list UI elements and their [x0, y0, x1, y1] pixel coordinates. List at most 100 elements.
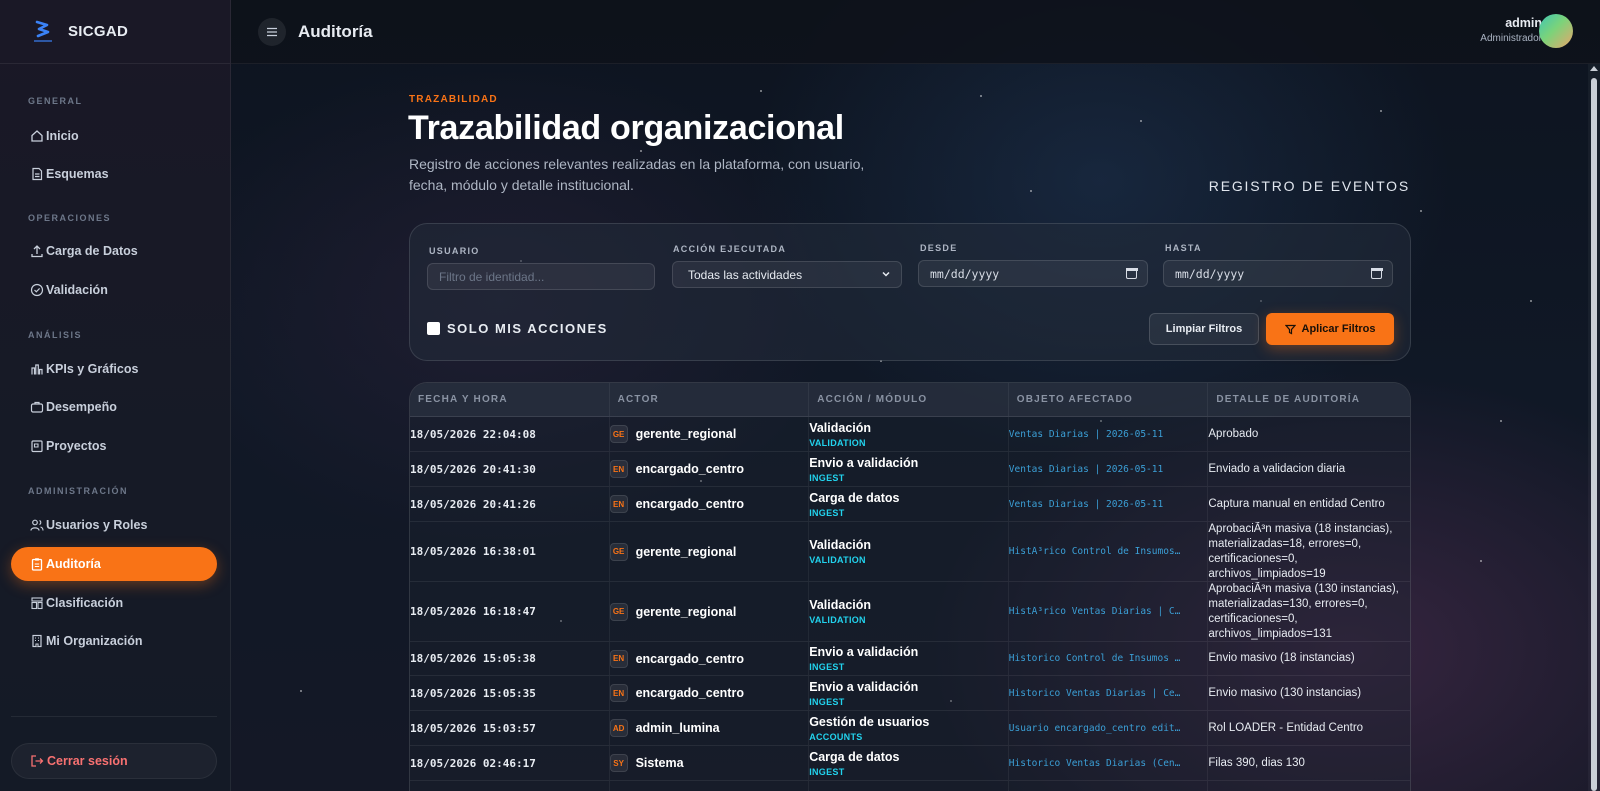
table-row[interactable]: 18/05/2026 16:38:01 GE gerente_regional Val…: [410, 522, 1410, 582]
sidebar-item-kpis[interactable]: KPIs y Gráficos: [11, 352, 217, 386]
table-row[interactable]: 18/05/2026 15:05:38 EN encargado_centro Env…: [410, 642, 1410, 676]
actor-badge: GE: [609, 425, 628, 443]
document-icon: [29, 167, 44, 182]
detail-text: Enviado a validacion diaria: [1208, 462, 1346, 475]
sidebar-item-proyectos[interactable]: Proyectos: [11, 429, 217, 463]
from-date-value: mm/dd/yyyy: [930, 266, 1000, 281]
cell-date: 18/05/2026 02:46:17: [410, 746, 610, 780]
cell-object: Historico Ventas Diarias (Cen…: [1009, 746, 1209, 780]
object-link[interactable]: Ventas Diarias | 2026-05-11: [1009, 429, 1163, 440]
detail-text: Rol LOADER - Entidad Centro: [1208, 721, 1364, 734]
table-row[interactable]: Carga de datos: [410, 781, 1410, 791]
object-link[interactable]: HistÃ³rico Ventas Diarias | C…: [1009, 606, 1181, 617]
star: [760, 90, 762, 92]
actor-badge: GE: [609, 602, 628, 621]
users-icon: [29, 518, 44, 533]
page-scrollbar[interactable]: [1588, 64, 1600, 791]
table-row[interactable]: 18/05/2026 20:41:30 EN encargado_centro Env…: [410, 452, 1410, 487]
cell-date: 18/05/2026 15:05:38: [410, 642, 610, 675]
only-mine-label[interactable]: SOLO MIS ACCIONES: [447, 321, 608, 336]
scroll-thumb[interactable]: [1591, 78, 1597, 791]
logout-button[interactable]: Cerrar sesión: [11, 743, 217, 779]
sidebar-item-label: Carga de Datos: [46, 244, 138, 258]
cell-detail: Filas 390, dias 130: [1208, 746, 1410, 780]
date-text: 18/05/2026 02:46:17: [410, 756, 536, 770]
table-row[interactable]: 18/05/2026 16:18:47 GE gerente_regional Val…: [410, 582, 1410, 642]
sidebar-item-carga-de-datos[interactable]: Carga de Datos: [11, 234, 217, 268]
actor-badge: GE: [609, 542, 628, 561]
module-name: ACCOUNTS: [809, 731, 863, 742]
cell-detail: AprobaciÃ³n masiva (130 instancias), mat…: [1208, 582, 1410, 641]
avatar[interactable]: [1539, 14, 1573, 48]
sidebar-item-desempeno[interactable]: Desempeño: [11, 390, 217, 424]
detail-text: Envio masivo (130 instancias): [1208, 686, 1362, 699]
column-header-object[interactable]: OBJETO AFECTADO: [1009, 383, 1209, 416]
section-analisis: ANÁLISIS: [28, 330, 83, 340]
cell-action: Envio a validación INGEST: [809, 452, 1009, 486]
action-name: Validación: [809, 598, 872, 612]
action-name: Carga de datos: [809, 490, 900, 505]
star: [1380, 110, 1382, 112]
object-link[interactable]: Ventas Diarias | 2026-05-11: [1009, 464, 1163, 475]
sidebar-item-clasificacion[interactable]: Clasificación: [11, 586, 217, 620]
brand[interactable]: SICGAD: [0, 0, 230, 64]
cell-detail: Envio masivo (130 instancias): [1208, 676, 1410, 710]
sidebar-item-auditoria[interactable]: Auditoría: [11, 547, 217, 581]
table-row[interactable]: 18/05/2026 15:03:57 AD admin_lumina Gestión…: [410, 711, 1410, 746]
table-row[interactable]: 18/05/2026 02:46:17 SY Sistema Carga de dat…: [410, 746, 1410, 781]
cell-object: Usuario encargado_centro edit…: [1009, 711, 1209, 745]
object-link[interactable]: HistÃ³rico Control de Insumos…: [1009, 546, 1181, 557]
object-link[interactable]: Usuario encargado_centro edit…: [1009, 723, 1181, 734]
object-link[interactable]: Historico Ventas Diarias (Cen…: [1009, 758, 1181, 769]
section-administracion: ADMINISTRACIÓN: [28, 486, 128, 496]
menu-toggle-button[interactable]: [258, 17, 286, 46]
column-header-action[interactable]: ACCIÓN / MÓDULO: [809, 383, 1009, 416]
upload-icon: [29, 244, 44, 259]
clear-filters-button[interactable]: Limpiar Filtros: [1149, 313, 1259, 345]
cell-object: Ventas Diarias | 2026-05-11: [1009, 487, 1209, 521]
module-name: INGEST: [809, 507, 845, 518]
object-link[interactable]: Ventas Diarias | 2026-05-11: [1009, 499, 1163, 510]
calendar-icon[interactable]: [1370, 267, 1383, 279]
action-name: Envio a validación: [809, 679, 919, 694]
table-row[interactable]: 18/05/2026 15:05:35 EN encargado_centro Env…: [410, 676, 1410, 711]
from-date-input[interactable]: mm/dd/yyyy: [918, 260, 1148, 287]
logout-label: Cerrar sesión: [47, 754, 128, 768]
cell-action: Carga de datos INGEST: [809, 487, 1009, 521]
user-info[interactable]: admin Administrador: [1480, 16, 1542, 44]
detail-text: Captura manual en entidad Centro: [1208, 497, 1385, 510]
cell-object: Ventas Diarias | 2026-05-11: [1009, 452, 1209, 486]
to-date-input[interactable]: mm/dd/yyyy: [1163, 260, 1393, 287]
table-body: 18/05/2026 22:04:08 GE gerente_regional Val…: [410, 417, 1410, 791]
sidebar-item-validacion[interactable]: Validación: [11, 273, 217, 307]
cell-action: Carga de datos: [809, 781, 1009, 791]
apply-filters-button[interactable]: Aplicar Filtros: [1266, 313, 1394, 345]
date-text: 18/05/2026 22:04:08: [410, 427, 536, 441]
calendar-icon[interactable]: [1125, 267, 1138, 279]
cell-actor: EN encargado_centro: [609, 487, 810, 521]
detail-text: Aprobado: [1208, 427, 1259, 440]
sidebar-item-usuarios-y-roles[interactable]: Usuarios y Roles: [11, 508, 217, 542]
detail-text: Filas 390, dias 130: [1208, 756, 1305, 769]
cell-date: 18/05/2026 15:05:35: [410, 676, 610, 710]
column-header-detail[interactable]: DETALLE DE AUDITORÍA: [1208, 383, 1410, 416]
action-filter-select[interactable]: Todas las actividades: [672, 261, 902, 288]
table-row[interactable]: 18/05/2026 22:04:08 GE gerente_regional Val…: [410, 417, 1410, 452]
cell-actor: EN encargado_centro: [609, 452, 810, 486]
object-link[interactable]: Historico Control de Insumos …: [1009, 653, 1181, 664]
module-name: INGEST: [809, 696, 845, 707]
column-header-actor[interactable]: ACTOR: [610, 383, 810, 416]
user-filter-input[interactable]: Filtro de identidad...: [427, 263, 655, 290]
object-link[interactable]: Historico Ventas Diarias | Ce…: [1009, 688, 1181, 699]
scroll-up-arrow-icon[interactable]: [1590, 66, 1598, 71]
check-circle-icon: [29, 283, 44, 298]
star: [1140, 120, 1142, 122]
column-header-date[interactable]: FECHA Y HORA: [410, 383, 610, 416]
sidebar-item-esquemas[interactable]: Esquemas: [11, 157, 217, 191]
table-row[interactable]: 18/05/2026 20:41:26 EN encargado_centro Car…: [410, 487, 1410, 522]
sidebar-item-inicio[interactable]: Inicio: [11, 119, 217, 153]
sidebar-item-label: Clasificación: [46, 596, 124, 610]
actor-badge: EN: [609, 495, 628, 513]
only-mine-checkbox[interactable]: [427, 322, 440, 335]
sidebar-item-mi-organizacion[interactable]: Mi Organización: [11, 624, 217, 658]
